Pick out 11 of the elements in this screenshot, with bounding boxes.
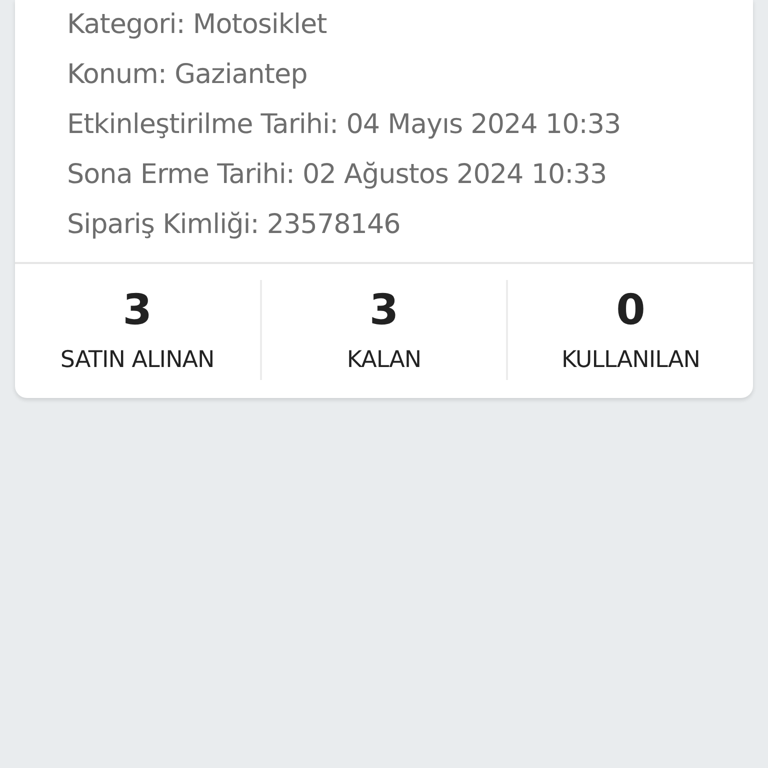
detail-text: Sona Erme Tarihi: 02 Ağustos 2024 10:33	[67, 158, 608, 192]
stat-label: KALAN	[346, 346, 422, 375]
detail-text: Konum: Gaziantep	[67, 58, 308, 92]
stat-value: 3	[122, 284, 152, 336]
stat-value: 3	[369, 284, 399, 336]
stat-label: KULLANILAN	[561, 346, 700, 375]
stat-label: SATIN ALINAN	[60, 346, 214, 375]
stat-value: 0	[616, 284, 646, 336]
detail-text: Sipariş Kimliği: 23578146	[67, 208, 402, 242]
detail-text: Kategori: Motosiklet	[67, 8, 328, 42]
detail-text: Etkinleştirilme Tarihi: 04 Mayıs 2024 10:33	[67, 108, 622, 142]
